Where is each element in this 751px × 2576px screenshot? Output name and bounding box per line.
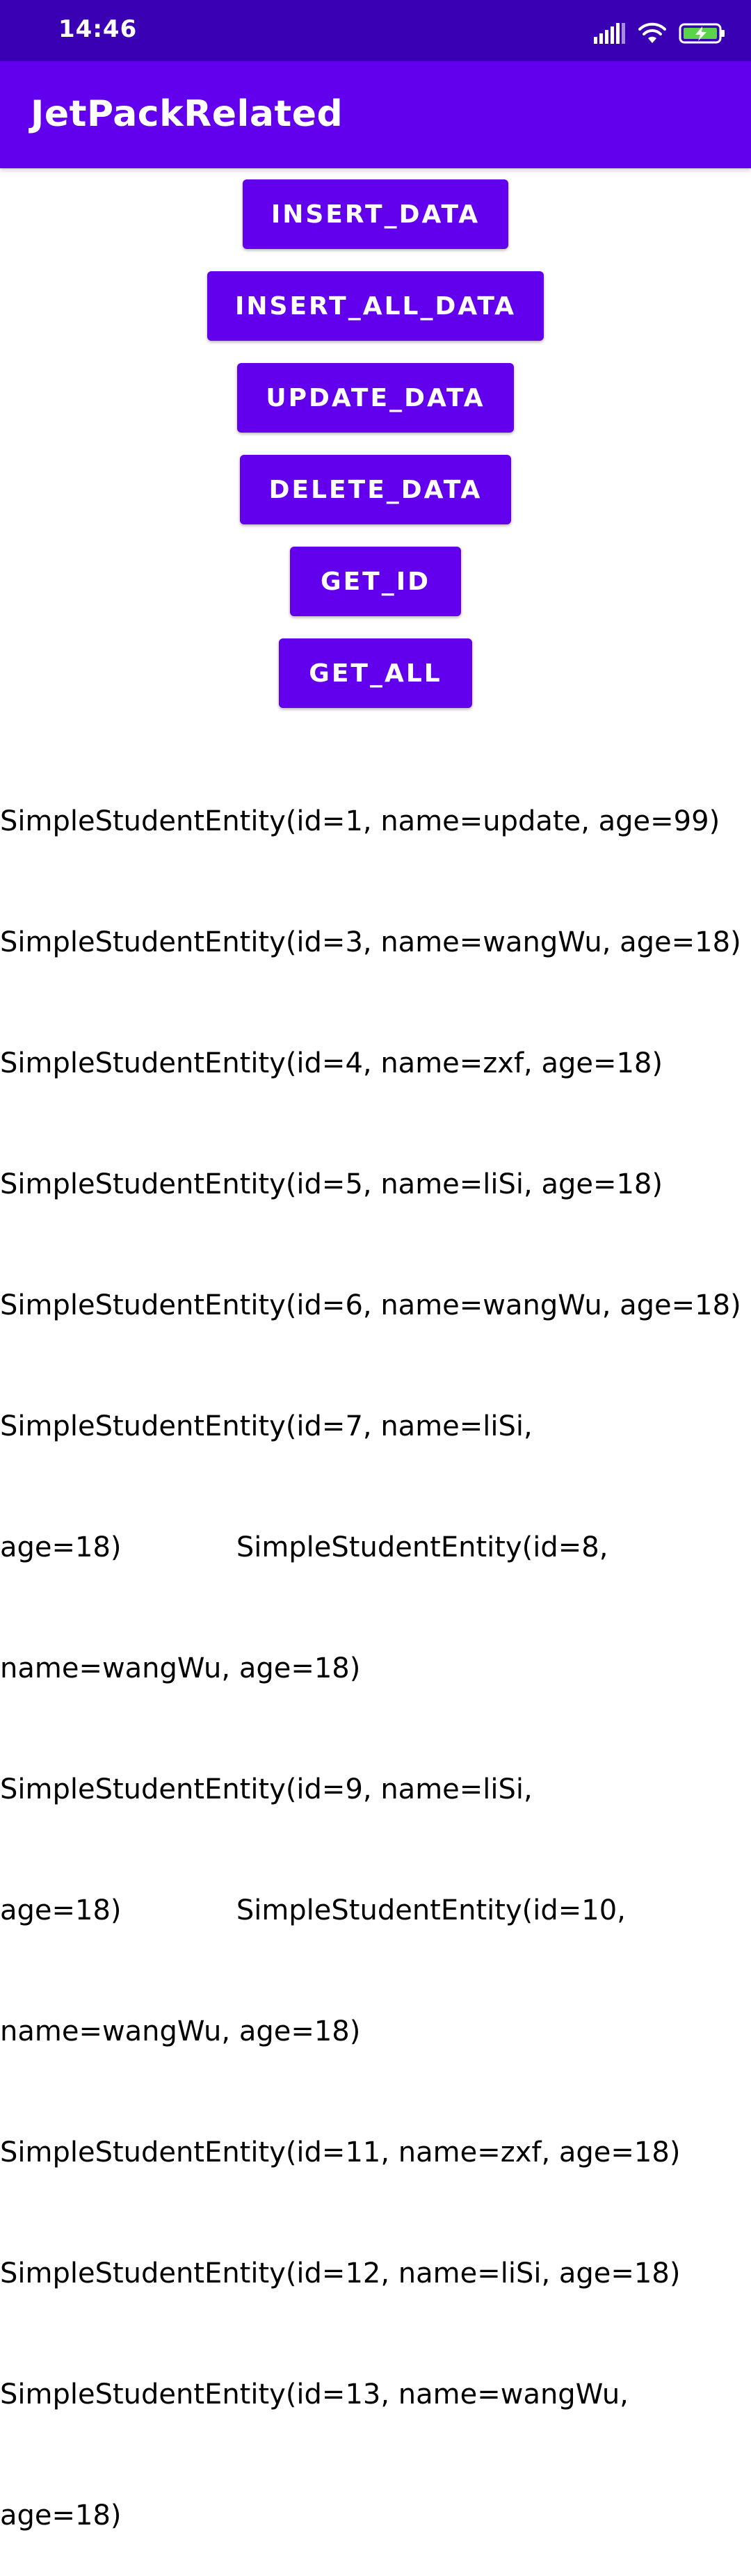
update-data-button[interactable]: UPDATE_DATA (237, 363, 514, 433)
insert-all-data-button[interactable]: INSERT_ALL_DATA (207, 271, 544, 341)
result-line: age=18) SimpleStudentEntity(id=8, (0, 1531, 608, 1563)
get-all-button[interactable]: GET_ALL (279, 638, 472, 708)
results-text: SimpleStudentEntity(id=1, name=update, a… (0, 721, 751, 2576)
result-line: SimpleStudentEntity(id=4, name=zxf, age=… (0, 1047, 663, 1079)
get-id-button[interactable]: GET_ID (290, 547, 461, 616)
button-column: INSERT_DATA INSERT_ALL_DATA UPDATE_DATA … (0, 179, 751, 730)
app-title: JetPackRelated (31, 93, 344, 135)
result-line: SimpleStudentEntity(id=11, name=zxf, age… (0, 2136, 681, 2168)
app-bar: JetPackRelated (0, 61, 751, 168)
result-line: age=18) SimpleStudentEntity(id=10, (0, 1894, 626, 1926)
status-bar: 14:46 (0, 0, 751, 61)
result-line: SimpleStudentEntity(id=6, name=wangWu, a… (0, 1289, 741, 1321)
wifi-icon (638, 22, 666, 45)
result-line: SimpleStudentEntity(id=7, name=liSi, (0, 1410, 533, 1442)
result-line: age=18) (0, 2499, 122, 2531)
result-line: name=wangWu, age=18) (0, 1652, 361, 1684)
insert-data-button[interactable]: INSERT_DATA (243, 179, 508, 249)
result-line: SimpleStudentEntity(id=9, name=liSi, (0, 1773, 533, 1805)
result-line: SimpleStudentEntity(id=3, name=wangWu, a… (0, 926, 741, 958)
result-line: SimpleStudentEntity(id=12, name=liSi, ag… (0, 2257, 681, 2289)
signal-icon (594, 23, 626, 44)
battery-charging-icon (679, 22, 726, 45)
result-line: name=wangWu, age=18) (0, 2015, 361, 2047)
status-icons (594, 19, 726, 47)
result-line: SimpleStudentEntity(id=13, name=wangWu, (0, 2378, 629, 2410)
result-line: SimpleStudentEntity(id=5, name=liSi, age… (0, 1168, 663, 1200)
delete-data-button[interactable]: DELETE_DATA (240, 455, 511, 524)
result-line: SimpleStudentEntity(id=1, name=update, a… (0, 805, 720, 837)
status-time: 14:46 (58, 15, 138, 43)
